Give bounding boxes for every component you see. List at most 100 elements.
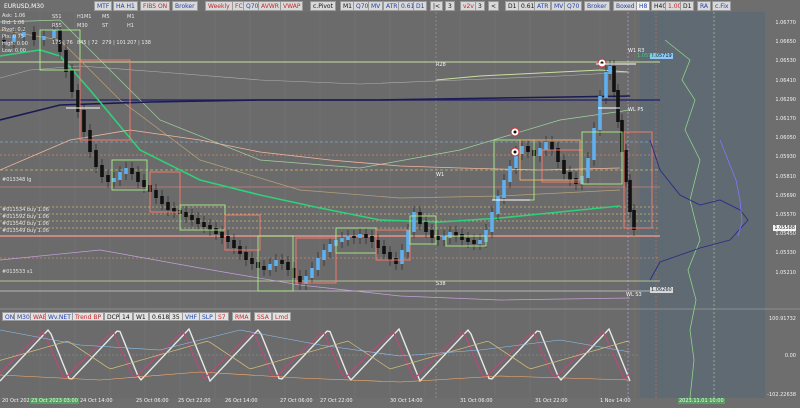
- symbol-label: EURUSD,M30: [4, 3, 44, 10]
- toolbar-button[interactable]: c.Pivot: [310, 1, 336, 11]
- oscillator-toolbar-button[interactable]: Trend BP: [72, 312, 105, 321]
- candle-body: [268, 264, 272, 270]
- price-tick: 1.05570: [775, 212, 796, 218]
- chart-tag: W1 R3: [628, 48, 645, 54]
- candle-body: [598, 96, 602, 130]
- toolbar-button[interactable]: AVWR: [258, 1, 282, 11]
- chart-tag: S38: [436, 281, 446, 287]
- candle-body: [166, 202, 170, 210]
- candle-body: [196, 218, 200, 224]
- oscillator-toolbar-button[interactable]: Wv.NET: [45, 312, 74, 321]
- candle-body: [202, 222, 206, 227]
- oscillator-toolbar-button[interactable]: Lmd: [272, 312, 291, 321]
- candle-body: [550, 142, 554, 150]
- candle-body: [226, 236, 230, 242]
- time-tick: 30 Oct 14:00: [390, 398, 423, 404]
- toolbar-button[interactable]: Q70: [564, 1, 583, 11]
- candle-body: [388, 252, 392, 260]
- candle-body: [190, 215, 194, 220]
- candle-body: [496, 196, 500, 214]
- oscillator-toolbar-button[interactable]: 35: [169, 312, 183, 321]
- price-chart-canvas[interactable]: [0, 0, 800, 408]
- info-value: H1M1: [77, 14, 92, 20]
- candle-body: [612, 66, 616, 92]
- toolbar-button[interactable]: 3: [475, 1, 485, 11]
- candle-body: [118, 172, 122, 180]
- info-line: Low: 0.00: [2, 48, 26, 54]
- toolbar-button[interactable]: D1: [413, 1, 428, 11]
- info-value: H1: [127, 23, 134, 29]
- info-value: ST: [102, 23, 109, 29]
- candle-body: [322, 250, 326, 260]
- info-value: M1: [127, 14, 135, 20]
- info-line: Bid: 1.06: [2, 20, 25, 26]
- time-tick: 27 Oct 06:00: [280, 398, 313, 404]
- toolbar-button[interactable]: Weekly: [205, 1, 233, 11]
- oscillator-toolbar-button[interactable]: SSA: [254, 312, 272, 321]
- toolbar-button[interactable]: c.Fix: [712, 1, 732, 11]
- toolbar-button[interactable]: VWAP: [280, 1, 304, 11]
- candle-body: [616, 90, 620, 122]
- price-tick: 1.06290: [775, 96, 796, 103]
- candle-body: [358, 234, 362, 238]
- candle-body: [88, 130, 92, 152]
- candle-body: [490, 212, 494, 232]
- toolbar-button[interactable]: ATR: [534, 1, 552, 11]
- toolbar-button[interactable]: 3: [445, 1, 455, 11]
- candle-body: [608, 66, 612, 74]
- candle-body: [370, 236, 374, 242]
- toolbar-button[interactable]: HA H1: [113, 1, 138, 11]
- trade-label: #011534 buy 1.06: [2, 207, 49, 213]
- toolbar-button[interactable]: |<: [430, 1, 444, 11]
- toolbar-button[interactable]: <: [488, 1, 500, 11]
- candle-body: [70, 70, 74, 92]
- oscillator-tick: -102.22638: [767, 392, 796, 398]
- candle-body: [214, 228, 218, 234]
- toolbar-button[interactable]: FIBS ON: [140, 1, 171, 11]
- candle-body: [592, 128, 596, 160]
- oscillator-toolbar-button[interactable]: VHF: [182, 312, 201, 321]
- toolbar-button[interactable]: MV: [368, 1, 384, 11]
- candle-body: [478, 240, 482, 244]
- oscillator-toolbar-button[interactable]: S7: [215, 312, 229, 321]
- candle-body: [32, 32, 36, 40]
- candle-body: [352, 236, 356, 238]
- candle-body: [94, 150, 98, 167]
- candle-body: [412, 212, 416, 232]
- trading-chart-window[interactable]: { "symbol": "EURUSD,M30", "toolbar": ["M…: [0, 0, 800, 408]
- candle-body: [244, 252, 248, 260]
- candle-body: [280, 260, 284, 264]
- toolbar-button[interactable]: Broker: [584, 1, 610, 11]
- candle-body: [632, 210, 636, 230]
- toolbar-button[interactable]: Boxed: [613, 1, 638, 11]
- candle-body: [442, 236, 446, 240]
- signal-marker-dot: [513, 130, 517, 134]
- candle-body: [364, 234, 368, 238]
- trade-label: #013348 lg: [2, 177, 32, 183]
- current-price-label: 1.05588: [773, 225, 796, 231]
- toolbar-button[interactable]: H8: [636, 1, 651, 11]
- oscillator-toolbar-button[interactable]: RMA: [232, 312, 252, 321]
- toolbar-button[interactable]: D1: [680, 1, 695, 11]
- candle-body: [316, 258, 320, 270]
- candle-body: [562, 160, 566, 174]
- info-value: R55: [52, 23, 62, 29]
- time-tick: 24 Oct 14:00: [80, 398, 113, 404]
- candle-body: [502, 180, 506, 198]
- toolbar-button[interactable]: Broker: [172, 1, 198, 11]
- candle-body: [274, 260, 278, 266]
- candle-body: [184, 212, 188, 217]
- candle-body: [538, 148, 542, 156]
- oscillator-toolbar-button[interactable]: W1: [133, 312, 149, 321]
- price-tick: 1.05210: [775, 269, 796, 276]
- candle-body: [124, 168, 128, 174]
- oscillator-toolbar-button[interactable]: SLP: [199, 312, 216, 321]
- trade-label: #013533 s1: [2, 269, 33, 275]
- toolbar-button[interactable]: MTF: [94, 1, 113, 11]
- price-tick: 1.05450: [775, 231, 796, 238]
- info-value: 207 | 138: [127, 40, 151, 46]
- toolbar-button[interactable]: RA: [697, 1, 712, 11]
- price-tick: 1.05330: [775, 250, 796, 257]
- oscillator-toolbar-button[interactable]: 14: [119, 312, 133, 321]
- time-tick: 2023.11.01 10:00: [678, 398, 725, 404]
